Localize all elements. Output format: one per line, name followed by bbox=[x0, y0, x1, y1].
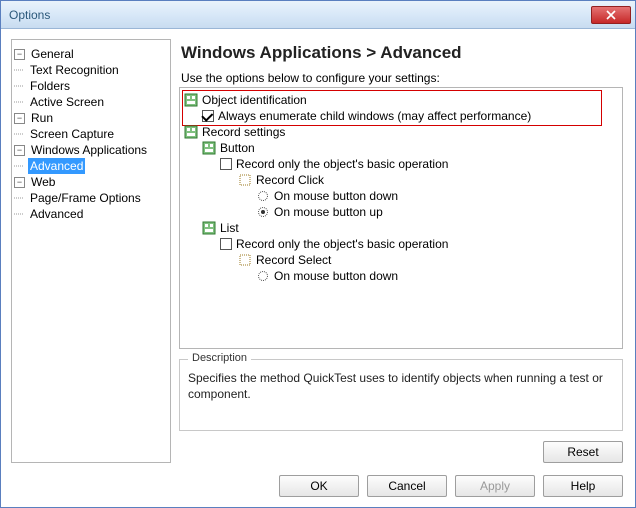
group-label: Button bbox=[220, 140, 255, 156]
nav-item-run[interactable]: − Run bbox=[14, 110, 168, 126]
radio-unselected-icon bbox=[256, 269, 270, 283]
property-icon bbox=[238, 253, 252, 267]
nav-item-advanced-winapps[interactable]: Advanced bbox=[14, 158, 168, 174]
settings-list-box: Object identification Always enumerate c… bbox=[179, 87, 623, 349]
nav-item-web[interactable]: − Web bbox=[14, 174, 168, 190]
nav-tree[interactable]: − General Text Recognition Folders bbox=[11, 39, 171, 463]
category-icon bbox=[184, 93, 198, 107]
group-label: Record settings bbox=[202, 124, 285, 140]
cancel-button[interactable]: Cancel bbox=[367, 475, 447, 497]
options-dialog: Options − General bbox=[0, 0, 636, 508]
group-label: List bbox=[220, 220, 239, 236]
group-object-identification[interactable]: Object identification bbox=[184, 92, 618, 108]
tree-connector-icon bbox=[14, 65, 28, 75]
option-label: Record Select bbox=[256, 252, 331, 268]
radio-on-mouse-down[interactable]: On mouse button down bbox=[184, 188, 618, 204]
close-button[interactable] bbox=[591, 6, 631, 24]
close-icon bbox=[606, 10, 616, 20]
nav-item-active-screen[interactable]: Active Screen bbox=[14, 94, 168, 110]
window-title: Options bbox=[9, 8, 591, 22]
option-label: Record only the object's basic operation bbox=[236, 236, 448, 252]
option-label: Record Click bbox=[256, 172, 324, 188]
category-icon bbox=[202, 221, 216, 235]
right-panel: Windows Applications > Advanced Use the … bbox=[179, 39, 623, 463]
tree-connector-icon bbox=[14, 97, 28, 107]
page-heading: Windows Applications > Advanced bbox=[179, 39, 623, 71]
description-legend: Description bbox=[188, 352, 251, 364]
settings-scroll[interactable]: Object identification Always enumerate c… bbox=[180, 88, 622, 348]
group-button[interactable]: Button bbox=[184, 140, 618, 156]
nav-item-windows-applications[interactable]: − Windows Applications bbox=[14, 142, 168, 158]
tree-connector-icon bbox=[14, 209, 28, 219]
titlebar: Options bbox=[1, 1, 635, 29]
property-icon bbox=[238, 173, 252, 187]
option-label: Always enumerate child windows (may affe… bbox=[218, 108, 531, 124]
collapse-icon[interactable]: − bbox=[14, 49, 25, 60]
group-label: Object identification bbox=[202, 92, 307, 108]
help-button[interactable]: Help bbox=[543, 475, 623, 497]
option-list-record-basic[interactable]: Record only the object's basic operation bbox=[184, 236, 618, 252]
page-subtext: Use the options below to configure your … bbox=[179, 71, 623, 87]
nav-item-text-recognition[interactable]: Text Recognition bbox=[14, 62, 168, 78]
tree-connector-icon bbox=[14, 129, 28, 139]
checkbox-unchecked-icon[interactable] bbox=[220, 158, 232, 170]
group-record-settings[interactable]: Record settings bbox=[184, 124, 618, 140]
radio-unselected-icon bbox=[256, 189, 270, 203]
option-record-click[interactable]: Record Click bbox=[184, 172, 618, 188]
collapse-icon[interactable]: − bbox=[14, 177, 25, 188]
category-icon bbox=[202, 141, 216, 155]
collapse-icon[interactable]: − bbox=[14, 113, 25, 124]
reset-row: Reset bbox=[179, 431, 623, 463]
apply-button[interactable]: Apply bbox=[455, 475, 535, 497]
option-label: Record only the object's basic operation bbox=[236, 156, 448, 172]
main-split: − General Text Recognition Folders bbox=[11, 39, 623, 463]
dialog-buttons: OK Cancel Apply Help bbox=[11, 471, 623, 497]
nav-item-page-frame-options[interactable]: Page/Frame Options bbox=[14, 190, 168, 206]
collapse-icon[interactable]: − bbox=[14, 145, 25, 156]
option-label: On mouse button up bbox=[274, 204, 383, 220]
option-button-record-basic[interactable]: Record only the object's basic operation bbox=[184, 156, 618, 172]
description-text: Specifies the method QuickTest uses to i… bbox=[188, 370, 614, 402]
ok-button[interactable]: OK bbox=[279, 475, 359, 497]
option-always-enumerate[interactable]: Always enumerate child windows (may affe… bbox=[184, 108, 618, 124]
group-list[interactable]: List bbox=[184, 220, 618, 236]
radio-selected-icon bbox=[256, 205, 270, 219]
tree-connector-icon bbox=[14, 161, 28, 171]
nav-item-general[interactable]: − General bbox=[14, 46, 168, 62]
description-group: Description Specifies the method QuickTe… bbox=[179, 359, 623, 431]
checkbox-unchecked-icon[interactable] bbox=[220, 238, 232, 250]
nav-item-screen-capture[interactable]: Screen Capture bbox=[14, 126, 168, 142]
radio-on-mouse-up[interactable]: On mouse button up bbox=[184, 204, 618, 220]
option-label: On mouse button down bbox=[274, 188, 398, 204]
category-icon bbox=[184, 125, 198, 139]
tree-connector-icon bbox=[14, 193, 28, 203]
nav-item-folders[interactable]: Folders bbox=[14, 78, 168, 94]
dialog-body: − General Text Recognition Folders bbox=[1, 29, 635, 507]
option-label: On mouse button down bbox=[274, 268, 398, 284]
nav-item-advanced-web[interactable]: Advanced bbox=[14, 206, 168, 222]
reset-button[interactable]: Reset bbox=[543, 441, 623, 463]
radio-on-mouse-down-list[interactable]: On mouse button down bbox=[184, 268, 618, 284]
checkbox-checked-icon[interactable] bbox=[202, 110, 214, 122]
tree-connector-icon bbox=[14, 81, 28, 91]
option-record-select[interactable]: Record Select bbox=[184, 252, 618, 268]
